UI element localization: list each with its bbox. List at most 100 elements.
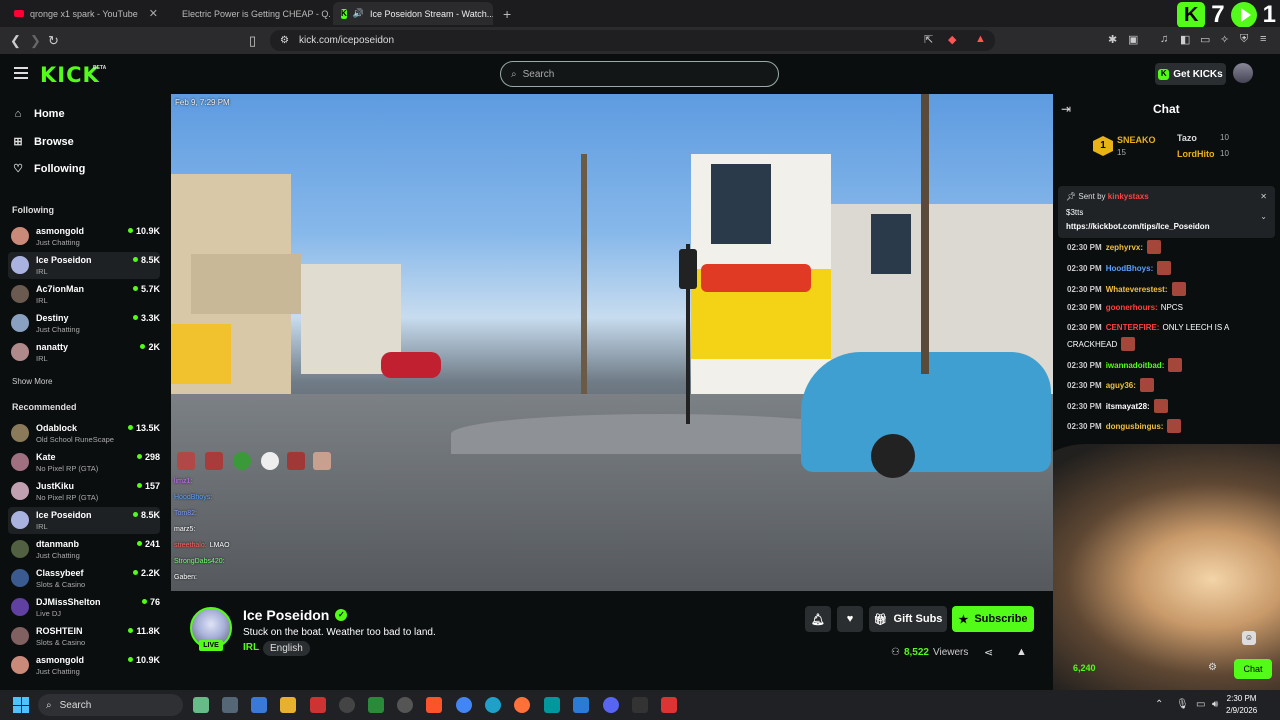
vpn-icon[interactable]: ⛨ [1240,33,1248,46]
app-icon[interactable] [632,697,648,713]
app-icon[interactable] [661,697,677,713]
app-icon[interactable] [222,697,238,713]
subscribe-button[interactable]: ★ Subscribe [952,606,1034,632]
message-username[interactable]: HoodBhoys: [1106,264,1154,273]
sidebar-channel[interactable]: Destiny Just Chatting 3.3K [8,310,160,337]
sidebar-channel[interactable]: Odablock Old School RuneScape 13.5K [8,420,160,447]
sidebar-channel[interactable]: nanatty IRL 2K [8,339,160,366]
site-info-icon[interactable]: ⚙ [280,35,289,46]
chat-message[interactable]: 02:30 PM dongusbingus: [1067,419,1182,433]
chat-send-button[interactable]: Chat [1234,659,1272,679]
firefox-icon[interactable] [514,697,530,713]
chat-message[interactable]: 02:30 PM zephyrvx: [1067,240,1162,254]
report-icon[interactable]: ▲ [1016,646,1027,658]
network-icon[interactable]: ▭ [1196,699,1205,710]
tab-youtube-2[interactable]: Electric Power is Getting CHEAP - Q... [168,2,330,25]
search-input[interactable]: ⌕ Search [500,61,779,87]
chevron-down-icon[interactable]: ⌄ [1260,212,1267,221]
address-bar[interactable]: ⚙ kick.com/iceposeidon [270,30,995,51]
settings-gear-icon[interactable]: ⚙ [1208,662,1217,673]
sidebar-icon[interactable]: ◧ [1180,33,1190,46]
message-username[interactable]: Whateverestest: [1106,285,1168,294]
app-icon[interactable] [339,697,355,713]
system-clock[interactable]: 2:30 PM 2/9/2026 [1226,693,1257,717]
sidebar-channel[interactable]: ROSHTEIN Slots & Casino 11.8K [8,623,160,650]
leaderboard-name[interactable]: LordHito [1177,149,1215,159]
discord-icon[interactable] [603,697,619,713]
show-more-link[interactable]: Show More [12,377,52,386]
message-username[interactable]: CENTERFIRE: [1106,323,1160,332]
sidebar-channel[interactable]: Ice Poseidon IRL 8.5K [8,507,160,534]
task-view-icon[interactable] [193,697,209,713]
arduino-icon[interactable] [544,697,560,713]
sidebar-channel[interactable]: asmongold Just Chatting 10.9K [8,223,160,250]
app-icon[interactable] [368,697,384,713]
chat-message[interactable]: 02:30 PM goonerhours: NPCS [1067,303,1183,312]
extensions-icon[interactable]: ✱ [1108,33,1117,46]
menu-icon[interactable]: ≡ [1260,33,1266,45]
media-icon[interactable]: ♫ [1160,33,1168,45]
leaderboard-name[interactable]: Tazo [1177,133,1197,143]
app-icon[interactable] [397,697,413,713]
pinned-sender[interactable]: kinkystaxs [1108,192,1149,201]
hamburger-menu-icon[interactable] [14,67,28,79]
sidebar-channel[interactable]: asmongold Just Chatting 10.9K [8,652,160,679]
message-username[interactable]: goonerhours: [1106,303,1158,312]
message-username[interactable]: aguy36: [1106,381,1136,390]
sidebar-nav-browse[interactable]: ⊞ Browse [12,135,73,149]
language-tag[interactable]: English [263,641,310,656]
app-icon[interactable] [251,697,267,713]
rewards-icon[interactable]: ▲ [975,33,986,45]
reload-icon[interactable]: ↻ [48,33,59,49]
sidebar-channel[interactable]: JustKiku No Pixel RP (GTA) 157 [8,478,160,505]
message-username[interactable]: iwannadoitbad: [1106,361,1165,370]
chevron-up-icon[interactable]: ⌃ [1155,699,1163,710]
chat-message[interactable]: 02:30 PM aguy36: [1067,378,1154,392]
stream-category[interactable]: IRL [243,642,259,653]
taskbar-search[interactable]: ⌕ Search [38,694,183,716]
wallet-icon[interactable]: ▭ [1200,33,1210,46]
video-player[interactable]: Feb 9, 7:29 PM limz1: HoodBhoys: Tom82: mar… [171,94,1053,591]
emote-picker-icon[interactable]: ☺ [1242,631,1256,645]
get-kicks-button[interactable]: K Get KICKs [1155,63,1226,85]
sidebar-channel[interactable]: Kate No Pixel RP (GTA) 298 [8,449,160,476]
chat-message[interactable]: CRACKHEAD [1067,337,1136,351]
unpin-icon[interactable]: ✕ [1260,192,1267,201]
share-icon[interactable]: ⋖ [984,646,993,659]
avatar[interactable] [1233,63,1253,83]
app-icon[interactable] [310,697,326,713]
volume-icon[interactable]: 🔊︎ [1212,699,1218,710]
tab-youtube-1[interactable]: qronge x1 spark - YouTube ✕ [6,2,166,25]
pinned-message[interactable]: 📌︎ Sent by kinkystaxs $3tts https://kick… [1058,186,1275,238]
chat-message[interactable]: 02:30 PM HoodBhoys: [1067,261,1172,275]
vscode-icon[interactable] [573,697,589,713]
message-username[interactable]: dongusbingus: [1106,422,1164,431]
chat-message[interactable]: 02:30 PM Whateverestest: [1067,282,1186,296]
bookmark-icon[interactable]: ▯ [249,33,256,49]
sidebar-channel[interactable]: Ice Poseidon IRL 8.5K [8,252,160,279]
screenshot-icon[interactable]: ▣ [1128,33,1138,46]
sidebar-nav-following[interactable]: ♡ Following [12,162,85,176]
leo-icon[interactable]: ✧ [1220,33,1229,46]
brave-icon[interactable] [426,697,442,713]
sidebar-channel[interactable]: DJMissShelton Live DJ 76 [8,594,160,621]
gift-subs-button[interactable]: 🎁︎ Gift Subs [869,606,947,632]
sidebar-channel[interactable]: Classybeef Slots & Casino 2.2K [8,565,160,592]
file-explorer-icon[interactable] [280,697,296,713]
sidebar-nav-home[interactable]: ⌂ Home [12,108,65,120]
chat-message[interactable]: 02:30 PM CENTERFIRE: ONLY LEECH IS A [1067,323,1229,332]
forward-icon[interactable]: ❯ [30,33,41,49]
follow-button[interactable]: ♥ [837,606,863,632]
sidebar-channel[interactable]: dtanmanb Just Chatting 241 [8,536,160,563]
streamer-name[interactable]: Ice Poseidon [243,607,329,623]
message-username[interactable]: zephyrvx: [1106,243,1143,252]
new-tab-button[interactable]: + [495,2,515,25]
sidebar-channel[interactable]: Ac7ionMan IRL 5.7K [8,281,160,308]
kick-logo[interactable]: KICK [40,63,100,87]
windows-start-icon[interactable] [13,697,29,713]
back-icon[interactable]: ❮ [10,33,21,49]
chat-message[interactable]: 02:30 PM itsmayat28: [1067,399,1168,413]
microphone-icon[interactable]: 🎙︎ [1176,699,1189,710]
leaderboard-name[interactable]: SNEAKO [1117,135,1156,145]
tab-kick-active[interactable]: K 🔊 Ice Poseidon Stream - Watch... ✕ [333,2,493,25]
